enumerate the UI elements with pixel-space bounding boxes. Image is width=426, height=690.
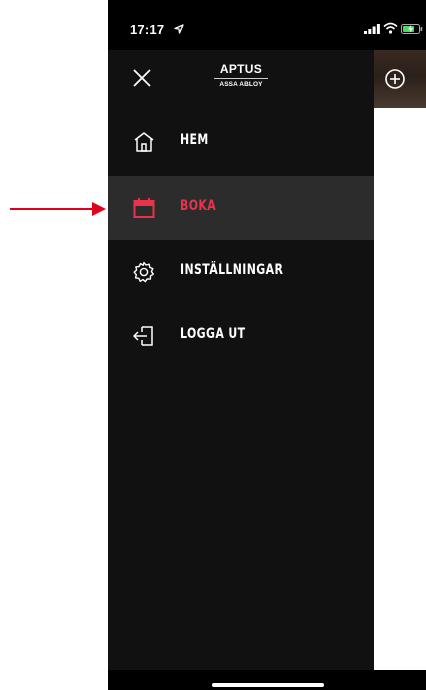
home-bar: [108, 670, 426, 690]
menu-item-boka[interactable]: BOKA: [108, 176, 374, 240]
logout-icon: [133, 326, 153, 346]
status-time: 17:17: [130, 22, 165, 37]
home-icon: [134, 132, 154, 152]
status-bar: 17:17: [108, 0, 426, 50]
brand-name: APTUS: [219, 62, 263, 76]
menu-item-label: LOGGA UT: [180, 326, 246, 342]
menu-item-label: BOKA: [180, 198, 217, 214]
brand-logo: APTUS ASSA ABLOY: [214, 62, 268, 89]
signal-icon: [364, 24, 380, 34]
menu-item-label: INSTÄLLNINGAR: [180, 262, 284, 278]
battery-charging-icon: [401, 24, 423, 34]
background-page: [374, 50, 426, 670]
background-header: [374, 50, 426, 108]
menu-item-hem[interactable]: HEM: [108, 110, 374, 174]
wifi-icon: [383, 22, 398, 34]
add-circle-icon[interactable]: [384, 68, 406, 90]
brand-divider: [214, 78, 268, 79]
calendar-icon: [133, 198, 155, 218]
close-icon[interactable]: [132, 68, 152, 88]
gear-icon: [133, 261, 154, 283]
annotation-arrow: [10, 202, 106, 216]
navigation-drawer: APTUS ASSA ABLOY HEM BOKA INSTÄLLNINGAR …: [108, 50, 374, 670]
brand-subtitle: ASSA ABLOY: [219, 81, 263, 88]
location-arrow-icon: [174, 24, 184, 34]
menu-item-logga-ut[interactable]: LOGGA UT: [108, 304, 374, 368]
menu-item-installningar[interactable]: INSTÄLLNINGAR: [108, 240, 374, 304]
menu-item-label: HEM: [180, 132, 209, 148]
home-indicator[interactable]: [212, 683, 324, 687]
phone-screen: 17:17 APTUS ASSA ABLOY HEM BOKA INSTÄLLN…: [108, 0, 426, 690]
